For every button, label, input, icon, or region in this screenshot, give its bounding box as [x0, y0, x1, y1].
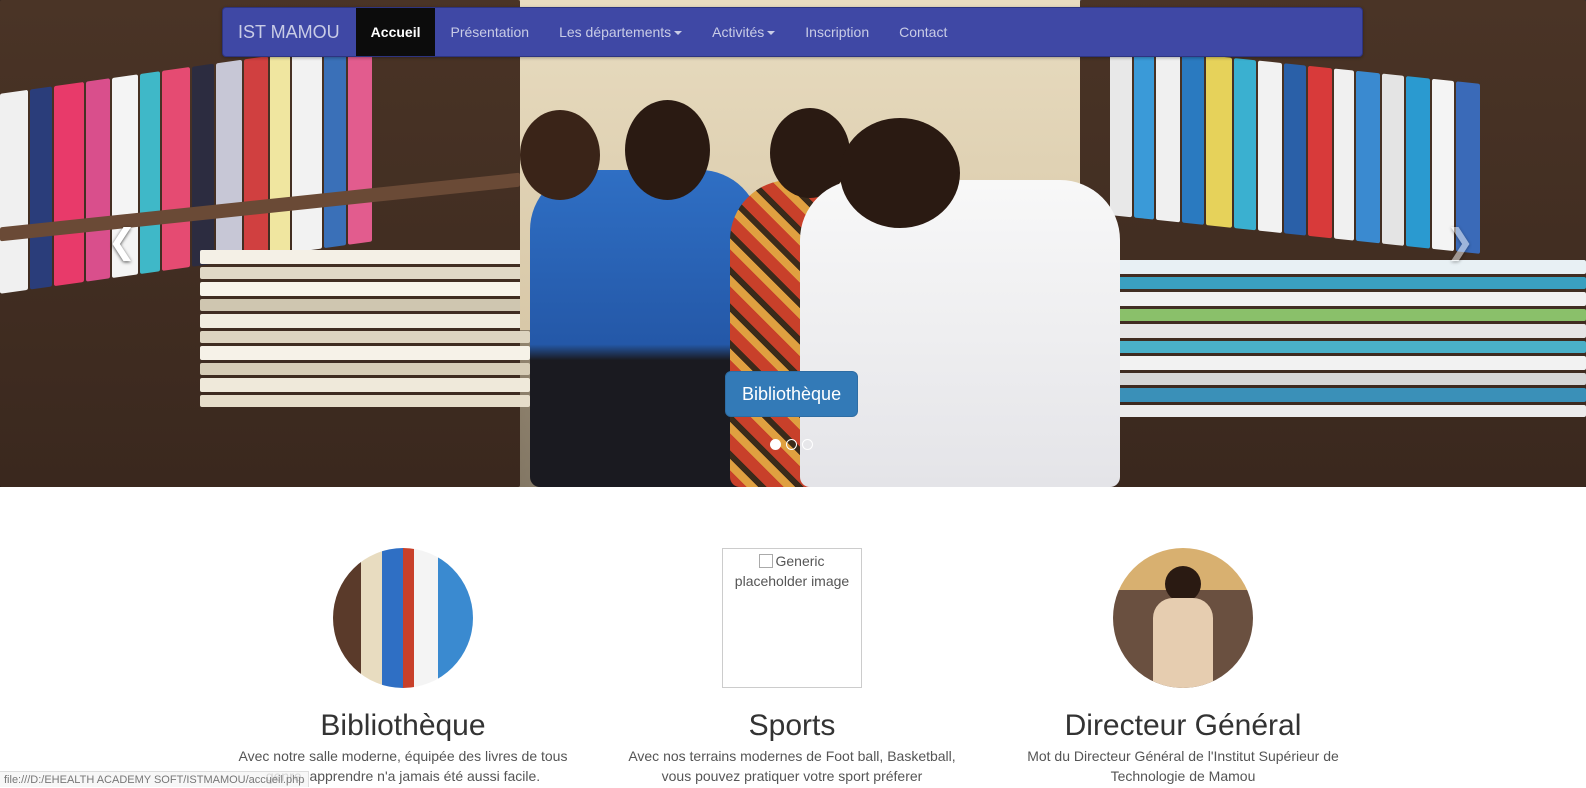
nav-item-inscription[interactable]: Inscription — [790, 8, 884, 56]
nav-item-label: Activités — [712, 24, 765, 40]
marketing-column-directeur: Directeur Général Mot du Directeur Génér… — [1003, 548, 1363, 786]
column-title: Directeur Général — [1064, 709, 1302, 742]
nav-item-label: Les départements — [559, 24, 672, 40]
nav-item-label: Présentation — [450, 24, 530, 40]
column-title: Bibliothèque — [320, 709, 486, 742]
brand-link[interactable]: IST MAMOU — [223, 8, 356, 56]
nav-item-accueil[interactable]: Accueil — [355, 8, 436, 56]
person — [530, 170, 760, 487]
carousel-indicators — [770, 439, 813, 450]
nav-item-departements[interactable]: Les départements — [544, 8, 697, 56]
chevron-right-icon: ❯ — [1445, 222, 1475, 262]
marketing-column-sports: Generic placeholder image Sports Avec no… — [612, 548, 972, 786]
person — [800, 180, 1120, 487]
column-text: Mot du Directeur Général de l'Institut S… — [1027, 748, 1339, 784]
person-head — [625, 100, 710, 200]
nav-item-presentation[interactable]: Présentation — [435, 8, 544, 56]
director-figure — [1153, 598, 1213, 688]
nav-item-contact[interactable]: Contact — [884, 8, 962, 56]
carousel-indicator-2[interactable] — [786, 439, 797, 450]
caption-button[interactable]: Bibliothèque — [725, 371, 859, 417]
broken-image: Generic placeholder image — [722, 548, 862, 688]
chevron-left-icon: ❮ — [107, 222, 137, 262]
director-photo — [1113, 548, 1253, 688]
column-title: Sports — [748, 709, 836, 742]
books-stack — [200, 250, 530, 470]
carousel-indicator-3[interactable] — [802, 439, 813, 450]
browser-status-bar: file:///D:/EHEALTH ACADEMY SOFT/ISTMAMOU… — [0, 771, 310, 787]
nav-item-activites[interactable]: Activités — [697, 8, 790, 56]
caret-down-icon — [767, 31, 776, 36]
top-navbar: IST MAMOU Accueil Présentation Les dépar… — [222, 7, 1363, 57]
carousel-prev-button[interactable]: ❮ — [102, 222, 142, 262]
marketing-column-bibliotheque: Bibliothèque Avec notre salle moderne, é… — [223, 548, 583, 786]
caret-down-icon — [674, 31, 683, 36]
nav-item-label: Accueil — [370, 24, 421, 40]
hero-carousel: ❮ ❯ Bibliothèque — [0, 0, 1586, 487]
image-alt-text: Generic placeholder image — [734, 553, 850, 589]
person-head — [520, 110, 600, 200]
director-figure — [1165, 566, 1201, 602]
carousel-indicator-1[interactable] — [770, 439, 781, 450]
nav-item-label: Inscription — [805, 24, 870, 40]
library-photo — [333, 548, 473, 688]
nav-item-label: Contact — [899, 24, 948, 40]
books-stack — [1110, 260, 1586, 470]
column-text: Avec nos terrains modernes de Foot ball,… — [628, 748, 956, 784]
carousel-next-button[interactable]: ❯ — [1440, 222, 1480, 262]
broken-image-icon — [759, 554, 774, 568]
person-head — [840, 118, 960, 228]
